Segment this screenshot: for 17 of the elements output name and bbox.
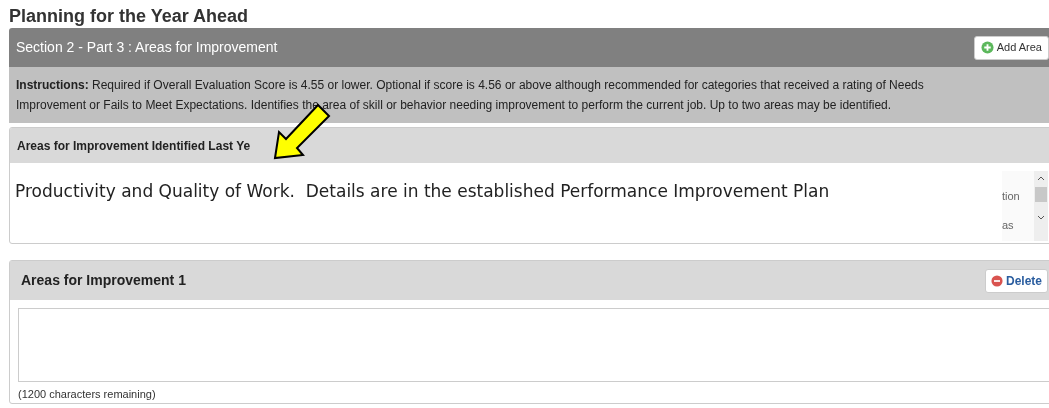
scrollbar[interactable] (1034, 171, 1048, 241)
characters-remaining: (1200 characters remaining) (18, 387, 156, 402)
area-title: Areas for Improvement 1 (21, 271, 186, 290)
section-title: Section 2 - Part 3 : Areas for Improvement (16, 38, 278, 57)
last-year-title: Areas for Improvement Identified Last Ye (17, 137, 251, 155)
area-text-field[interactable] (18, 308, 1049, 382)
plus-icon (980, 41, 994, 54)
add-area-button[interactable]: Add Area (973, 35, 1049, 60)
partial-text: as (1002, 217, 1015, 233)
page-title: Planning for the Year Ahead (9, 5, 249, 28)
minus-icon (990, 274, 1003, 287)
down-caret-icon (1037, 215, 1045, 221)
scrollbar-thumb[interactable] (1035, 187, 1047, 202)
partial-text: tion (1002, 189, 1020, 204)
pasted-text: Productivity and Quality of Work. Details are in the established Performance Improvement Plan (14, 180, 830, 203)
up-caret-icon (1037, 175, 1045, 181)
delete-button[interactable]: Delete (984, 268, 1048, 293)
